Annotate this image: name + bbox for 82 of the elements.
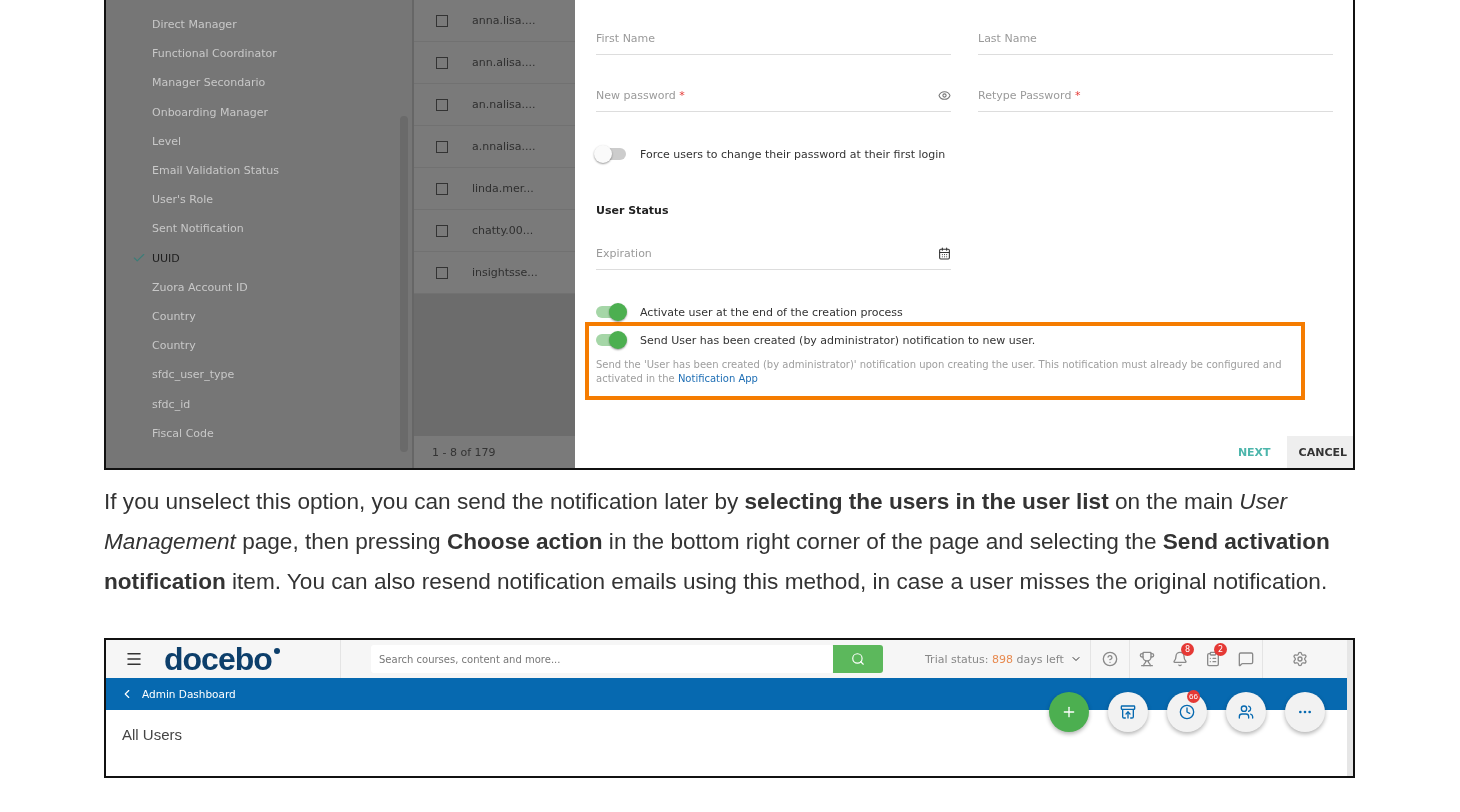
column-option[interactable]: sfdc_id (106, 389, 279, 419)
username-cell: a.nnalisa.... (472, 140, 536, 153)
username-cell: an.nalisa.... (472, 98, 536, 111)
checkbox[interactable] (436, 14, 448, 27)
column-option[interactable]: Country (106, 301, 279, 332)
plus-icon (1061, 704, 1077, 720)
table-row[interactable]: an.nalisa.... (414, 84, 575, 126)
bell-icon[interactable] (1171, 651, 1188, 667)
column-option[interactable]: Functional Coordinator (106, 39, 279, 69)
username-cell: ann.alisa.... (472, 56, 536, 69)
date-field[interactable]: Expiration (596, 247, 951, 270)
toggle-switch[interactable] (596, 148, 626, 160)
count-badge: 8 (1181, 643, 1194, 656)
input-field[interactable]: First Name (596, 32, 951, 55)
checkbox[interactable] (436, 182, 448, 195)
column-option[interactable]: Onboarding Manager (106, 97, 279, 127)
toggle-label: Activate user at the end of the creation process (640, 305, 903, 319)
scrollbar[interactable] (1347, 640, 1353, 776)
column-option[interactable]: User's Role (106, 185, 279, 215)
help-text: Send the 'User has been created (by administrator)' notification upon creating the user. This notification must already be configured and activated in the Notification App (596, 358, 1283, 386)
username-cell: linda.mer... (472, 182, 534, 195)
checkbox[interactable] (436, 266, 448, 279)
chat-icon[interactable] (1237, 651, 1254, 667)
search-icon (851, 652, 865, 666)
table-row[interactable]: insightsse... (414, 252, 575, 294)
column-option[interactable]: Fiscal Code (106, 418, 279, 448)
box-icon (1120, 704, 1136, 720)
logo[interactable]: docebo (162, 640, 340, 678)
people-icon (1238, 704, 1254, 720)
checkbox[interactable] (436, 140, 448, 153)
username-cell: insightsse... (472, 266, 538, 279)
column-option[interactable]: Level (106, 126, 279, 156)
users-button[interactable] (1226, 692, 1266, 732)
trial-status[interactable]: Trial status: 898 days left (910, 652, 1090, 666)
column-option[interactable]: Zuora Account ID (106, 272, 279, 302)
section-heading: User Status (596, 204, 670, 217)
search-field[interactable]: Search courses, content and more... (371, 645, 833, 673)
toggle-switch[interactable] (596, 334, 626, 346)
help-icon[interactable] (1102, 651, 1118, 667)
column-option[interactable]: Email Validation Status (106, 155, 279, 186)
breadcrumb-link[interactable]: Admin Dashboard (142, 688, 236, 700)
search-button[interactable] (833, 645, 883, 673)
toggle-switch[interactable] (596, 306, 626, 318)
column-option[interactable]: Manager Secondario (106, 68, 279, 98)
column-option[interactable]: UUID (106, 243, 279, 273)
cancel-button[interactable]: CANCEL (1286, 436, 1353, 468)
column-option[interactable]: sfdc_user_type (106, 360, 279, 390)
notification-app-link[interactable]: Notification App (677, 373, 758, 384)
checkbox[interactable] (436, 224, 448, 237)
toggle-label: Send User has been created (by administrator) notification to new user. (640, 333, 1036, 347)
trophy-icon[interactable] (1138, 651, 1155, 667)
table-row[interactable]: linda.mer... (414, 168, 575, 210)
clock-icon (1179, 704, 1195, 720)
paragraph: If you unselect this option, you can send the notification later by selecting the users in the user list on the main User Management page, then pressing Choose action in the bottom right corner of the page and selecting the Send activation notification item. You can also resend notification emails using this method, in case a user misses the original notification. (104, 488, 1331, 596)
page-title: All Users (121, 725, 182, 743)
table-row[interactable]: anna.lisa.... (414, 0, 575, 42)
history-button[interactable]: 66 (1167, 692, 1207, 732)
column-option[interactable]: Country (106, 331, 279, 361)
checkbox[interactable] (436, 56, 448, 69)
toggle-label: Force users to change their password at their first login (640, 147, 946, 161)
archive-button[interactable] (1108, 692, 1148, 732)
more-button[interactable] (1285, 692, 1325, 732)
table-row[interactable]: chatty.00... (414, 210, 575, 252)
settings-icon[interactable] (1292, 651, 1308, 667)
username-cell: anna.lisa.... (472, 14, 536, 27)
input-field[interactable]: Last Name (978, 32, 1333, 55)
table-row[interactable]: ann.alisa.... (414, 42, 575, 84)
clipboard-icon[interactable] (1204, 651, 1221, 667)
column-option[interactable]: Sent Notification (106, 214, 279, 244)
eye-icon[interactable] (938, 89, 951, 102)
input-field[interactable]: Retype Password * (978, 89, 1333, 112)
username-cell: chatty.00... (472, 224, 534, 237)
input-field[interactable]: New password * (596, 89, 951, 112)
table-row[interactable]: a.nnalisa.... (414, 126, 575, 168)
calendar-icon[interactable] (938, 247, 951, 260)
checkbox[interactable] (436, 98, 448, 111)
add-button[interactable] (1049, 692, 1089, 732)
pagination-text: 1 - 8 of 179 (432, 445, 496, 459)
next-button[interactable]: NEXT (1221, 436, 1287, 468)
menu-icon[interactable] (125, 650, 143, 668)
count-badge: 2 (1214, 643, 1227, 656)
column-option[interactable]: Direct Manager (106, 10, 279, 40)
